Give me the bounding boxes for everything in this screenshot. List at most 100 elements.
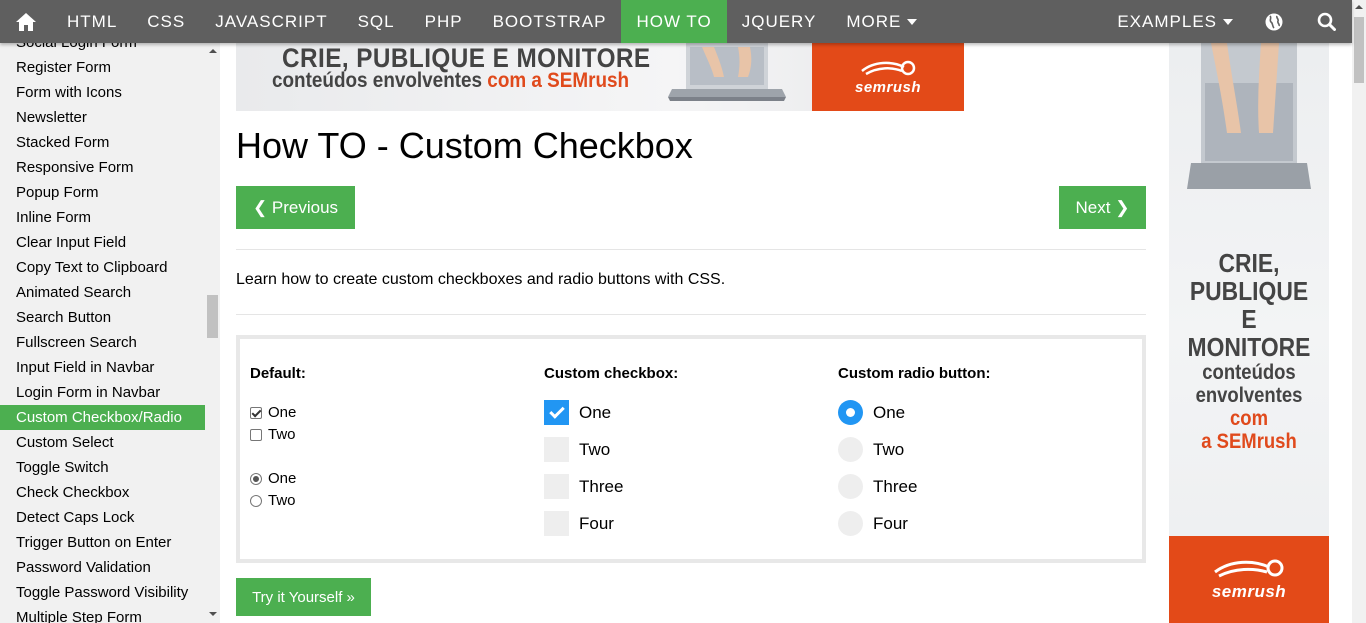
- checkbox-icon[interactable]: [544, 511, 569, 536]
- semrush-flame-icon: [1214, 559, 1284, 577]
- checkbox-icon[interactable]: [544, 474, 569, 499]
- page-scrollbar[interactable]: [1352, 0, 1366, 623]
- default-checkbox-one[interactable]: One: [250, 404, 296, 421]
- sidebar-item[interactable]: Register Form: [0, 55, 205, 80]
- radio-checked-icon[interactable]: [838, 400, 863, 425]
- sidebar-item[interactable]: Trigger Button on Enter: [0, 530, 205, 555]
- sidebar-item[interactable]: Toggle Switch: [0, 455, 205, 480]
- sidebar-item[interactable]: Stacked Form: [0, 130, 205, 155]
- sidebar-item[interactable]: Popup Form: [0, 180, 205, 205]
- checkbox-checked-icon[interactable]: [250, 406, 262, 419]
- radio-icon[interactable]: [838, 474, 863, 499]
- sidebar-item[interactable]: Fullscreen Search: [0, 330, 205, 355]
- right-ad-line: conteúdos: [1202, 361, 1296, 384]
- laptop-image: [1187, 43, 1311, 189]
- previous-button[interactable]: ❮ Previous: [236, 186, 355, 229]
- checkbox-icon[interactable]: [250, 428, 262, 441]
- sidebar-item[interactable]: Animated Search: [0, 280, 205, 305]
- custom-checkbox-label: Three: [579, 477, 624, 496]
- custom-checkbox-label: Four: [579, 514, 614, 533]
- nav-sql[interactable]: SQL: [343, 0, 410, 43]
- semrush-flame-icon: [861, 60, 916, 75]
- divider: [236, 249, 1146, 250]
- sidebar-item[interactable]: Check Checkbox: [0, 480, 205, 505]
- nav-examples[interactable]: EXAMPLES: [1102, 0, 1248, 43]
- nav-more-label: MORE: [846, 11, 902, 31]
- search-button[interactable]: [1300, 0, 1352, 43]
- sidebar-item[interactable]: Custom Select: [0, 430, 205, 455]
- ad-subline-a: conteúdos envolventes: [272, 69, 488, 92]
- default-radio-two[interactable]: Two: [250, 492, 296, 509]
- caret-down-icon: [907, 18, 918, 25]
- sidebar-item[interactable]: Toggle Password Visibility: [0, 580, 205, 605]
- sidebar-item[interactable]: Password Validation: [0, 555, 205, 580]
- checkbox-label: Two: [268, 426, 296, 443]
- sidebar-item[interactable]: Detect Caps Lock: [0, 505, 205, 530]
- sidebar-item[interactable]: Search Button: [0, 305, 205, 330]
- scroll-up-icon[interactable]: [1355, 5, 1363, 9]
- radio-checked-icon[interactable]: [250, 472, 262, 485]
- semrush-logo: SEMRUSH: [1169, 536, 1329, 623]
- globe-icon: [1265, 13, 1283, 30]
- default-checkbox-two[interactable]: Two: [250, 426, 296, 443]
- custom-radio-label: One: [873, 403, 906, 422]
- translate-button[interactable]: [1248, 0, 1300, 43]
- default-heading: Default:: [250, 365, 306, 382]
- scroll-up-icon[interactable]: [209, 49, 217, 53]
- sidebar-item[interactable]: Form with Icons: [0, 80, 205, 105]
- sidebar-item[interactable]: Custom Checkbox/Radio: [0, 405, 205, 430]
- nav-more[interactable]: MORE: [831, 0, 932, 43]
- nav-javascript[interactable]: JAVASCRIPT: [200, 0, 342, 43]
- try-it-yourself-button[interactable]: Try it Yourself »: [236, 578, 371, 616]
- sidebar-item[interactable]: Input Field in Navbar: [0, 355, 205, 380]
- right-ad-line: com: [1229, 407, 1269, 430]
- ad-subline: conteúdos envolventes com a SEMrush: [272, 69, 629, 93]
- nav-how-to[interactable]: HOW TO: [621, 0, 727, 43]
- custom-radio-label: Three: [873, 477, 918, 496]
- home-button[interactable]: [0, 0, 52, 43]
- checkbox-icon[interactable]: [544, 437, 569, 462]
- radio-icon[interactable]: [838, 511, 863, 536]
- laptop-image: [668, 43, 786, 101]
- sidebar-item[interactable]: Responsive Form: [0, 155, 205, 180]
- checkbox-label: One: [268, 404, 297, 421]
- nav-css[interactable]: CSS: [132, 0, 200, 43]
- right-ad-line: E MONITORE: [1187, 304, 1311, 362]
- right-ad-banner[interactable]: CRIE, PUBLIQUE E MONITORE conteúdos envo…: [1169, 43, 1329, 623]
- right-ad-line: envolventes: [1195, 384, 1303, 407]
- radio-icon[interactable]: [250, 494, 262, 507]
- sidebar-item[interactable]: Social Login Form: [0, 43, 205, 55]
- default-radio-one[interactable]: One: [250, 470, 296, 487]
- radio-label: Two: [268, 492, 296, 509]
- sidebar-item[interactable]: Newsletter: [0, 105, 205, 130]
- sidebar-scroll-thumb[interactable]: [207, 295, 218, 338]
- scroll-down-icon[interactable]: [209, 612, 217, 616]
- sidebar-item[interactable]: Login Form in Navbar: [0, 380, 205, 405]
- ad-subline-b: com a SEMrush: [487, 69, 630, 92]
- nav-jquery[interactable]: JQUERY: [727, 0, 832, 43]
- home-icon: [16, 12, 36, 31]
- checkmark-icon[interactable]: [544, 400, 569, 425]
- semrush-brand: SEMRUSH: [1211, 581, 1287, 601]
- page-scroll-thumb[interactable]: [1354, 17, 1364, 83]
- custom-checkbox-label: One: [579, 403, 612, 422]
- sidebar-scrollbar[interactable]: [205, 43, 220, 623]
- nav-php[interactable]: PHP: [410, 0, 478, 43]
- right-ad-text: CRIE, PUBLIQUE E MONITORE conteúdos envo…: [1169, 249, 1329, 453]
- sidebar-item[interactable]: Copy Text to Clipboard: [0, 255, 205, 280]
- semrush-logo: SEMRUSH: [812, 43, 964, 111]
- sidebar-item[interactable]: Clear Input Field: [0, 230, 205, 255]
- sidebar-item[interactable]: Multiple Step Form: [0, 605, 205, 623]
- top-ad-banner[interactable]: CRIE, PUBLIQUE E MONITORE conteúdos envo…: [236, 43, 964, 111]
- intro-text: Learn how to create custom checkboxes an…: [236, 271, 726, 288]
- right-ad-line: CRIE,: [1218, 248, 1280, 278]
- page-title: How TO - Custom Checkbox: [236, 125, 693, 166]
- custom-radio-heading: Custom radio button:: [838, 365, 991, 382]
- nav-bootstrap[interactable]: BOOTSTRAP: [478, 0, 622, 43]
- sidebar-item[interactable]: Inline Form: [0, 205, 205, 230]
- divider: [236, 314, 1146, 315]
- nav-html[interactable]: HTML: [52, 0, 132, 43]
- custom-checkbox-heading: Custom checkbox:: [544, 365, 679, 382]
- radio-icon[interactable]: [838, 437, 863, 462]
- next-button[interactable]: Next ❯: [1059, 186, 1146, 229]
